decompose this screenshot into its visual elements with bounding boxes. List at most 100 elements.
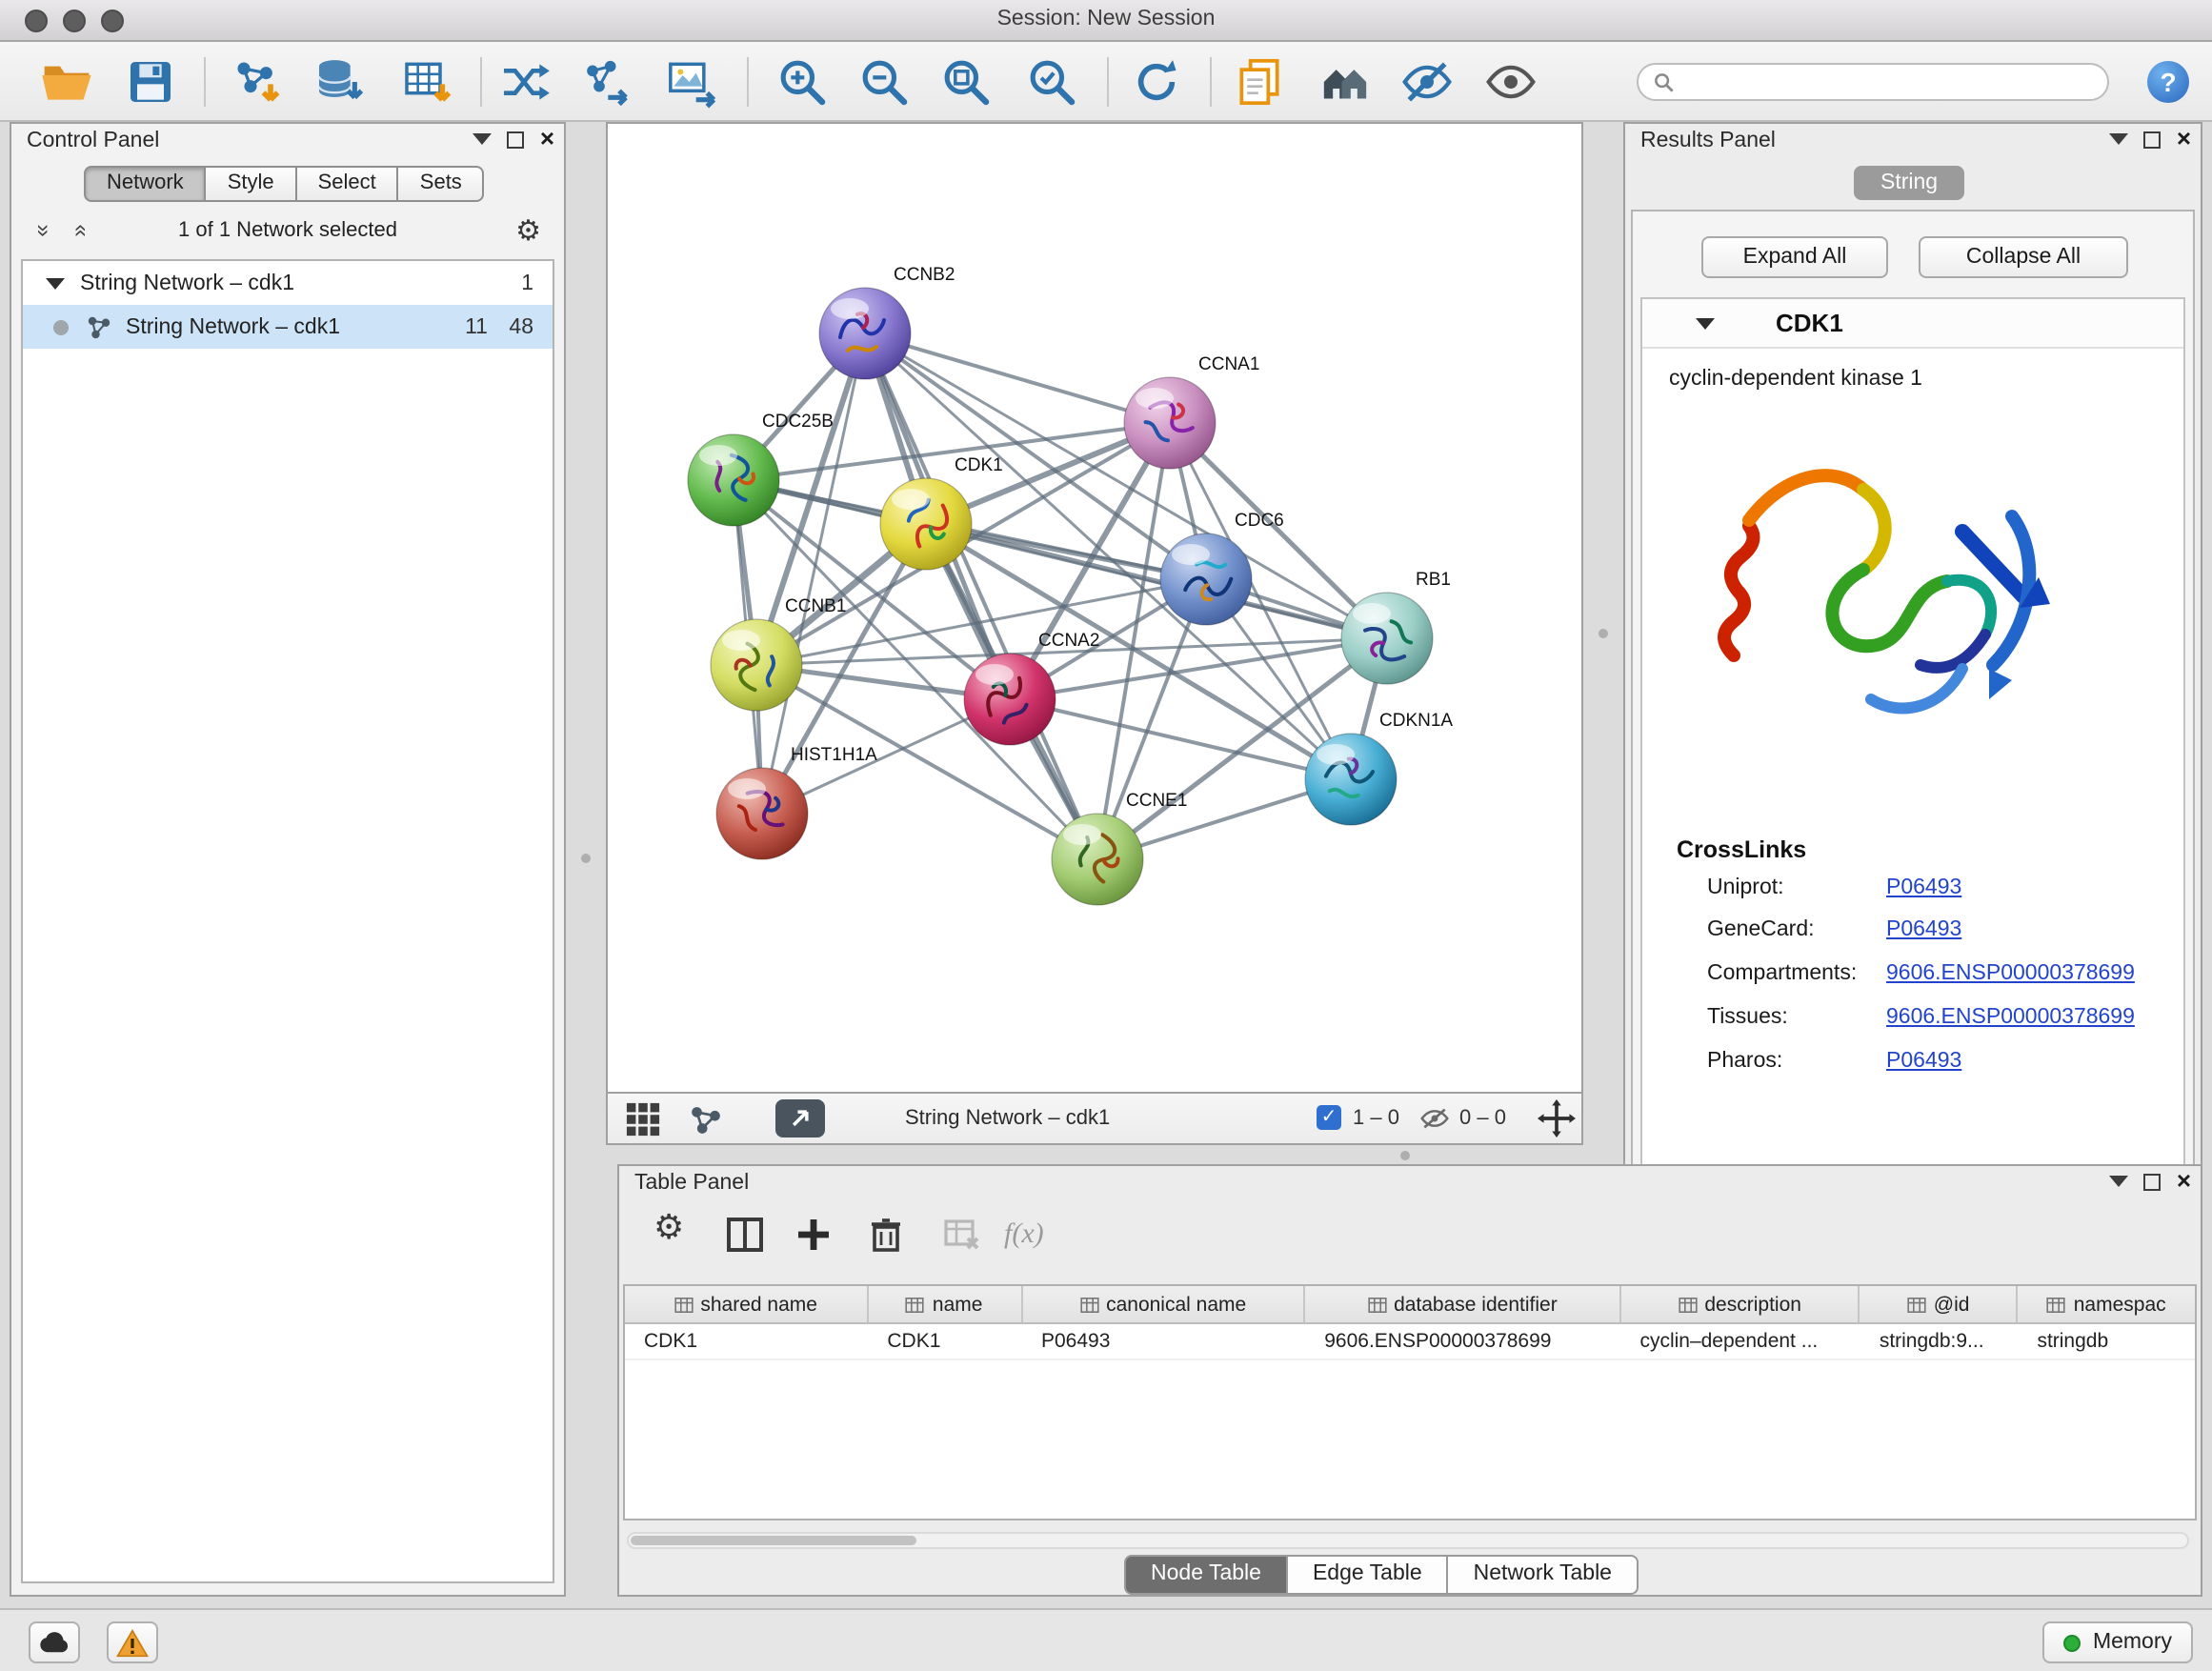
network-collection-row[interactable]: String Network – cdk1 1 xyxy=(23,261,553,305)
houses-icon[interactable] xyxy=(1318,55,1372,109)
column-header[interactable]: name xyxy=(868,1286,1022,1322)
network-node-CCNA1[interactable]: CCNA1 xyxy=(1124,354,1259,469)
crosslinks-heading: CrossLinks xyxy=(1677,836,1806,863)
table-row[interactable]: CDK1 CDK1 P06493 9606.ENSP00000378699 cy… xyxy=(625,1324,2195,1360)
tab-style[interactable]: Style xyxy=(207,166,297,202)
close-panel-icon[interactable]: × xyxy=(540,130,554,149)
network-node-CCNB2[interactable]: CCNB2 xyxy=(819,265,955,379)
network-row[interactable]: String Network – cdk1 11 48 xyxy=(23,305,553,349)
tab-string[interactable]: String xyxy=(1854,166,1964,200)
column-header[interactable]: shared name xyxy=(625,1286,868,1322)
import-network-file-icon[interactable] xyxy=(231,55,284,109)
close-panel-icon[interactable]: × xyxy=(2177,130,2191,149)
protein-structure-image xyxy=(1677,417,2077,779)
open-session-icon[interactable] xyxy=(40,55,93,109)
zoom-out-icon[interactable] xyxy=(857,55,911,109)
column-header[interactable]: database identifier xyxy=(1305,1286,1620,1322)
save-session-icon[interactable] xyxy=(124,55,177,109)
float-panel-icon[interactable] xyxy=(2144,1173,2162,1190)
table-panel: Table Panel × ⚙ f(x) shared name name ca… xyxy=(617,1164,2202,1597)
memory-button[interactable]: Memory xyxy=(2043,1621,2193,1663)
crosslink-label: GeneCard: xyxy=(1707,918,1815,941)
network-node-HIST1H1A[interactable]: HIST1H1A xyxy=(716,745,877,859)
float-panel-icon[interactable] xyxy=(508,131,525,148)
protein-section-header[interactable]: CDK1 xyxy=(1642,299,2183,349)
network-node-RB1[interactable]: RB1 xyxy=(1341,570,1451,684)
collection-label: String Network – cdk1 xyxy=(80,272,294,294)
panel-menu-caret-icon[interactable] xyxy=(2110,133,2129,145)
section-caret-icon[interactable] xyxy=(1696,318,1715,330)
tab-edge-table[interactable]: Edge Table xyxy=(1288,1555,1449,1595)
column-header[interactable]: canonical name xyxy=(1022,1286,1305,1322)
delete-column-icon[interactable] xyxy=(867,1216,905,1254)
hidden-eye-slash-icon[interactable] xyxy=(1419,1105,1450,1132)
table-options-gear-icon[interactable]: ⚙ xyxy=(654,1216,684,1242)
crosslink-uniprot-link[interactable]: P06493 xyxy=(1886,876,1961,899)
refresh-icon[interactable] xyxy=(1130,55,1183,109)
export-network-icon[interactable] xyxy=(579,55,633,109)
close-panel-icon[interactable]: × xyxy=(2177,1172,2191,1191)
warning-icon[interactable] xyxy=(107,1621,158,1663)
import-network-database-icon[interactable] xyxy=(312,55,366,109)
crosslink-genecard-link[interactable]: P06493 xyxy=(1886,918,1961,941)
tab-network[interactable]: Network xyxy=(84,166,207,202)
collection-count: 1 xyxy=(521,272,533,294)
network-graph[interactable]: CCNB2 CCNA1 CDC25B CDK1 CDC6 RB1 CCNB1 C… xyxy=(608,124,1583,1094)
birdseye-view-icon[interactable] xyxy=(625,1101,661,1137)
show-columns-icon[interactable] xyxy=(726,1216,764,1254)
window-title: Session: New Session xyxy=(0,8,2212,30)
help-icon[interactable]: ? xyxy=(2147,61,2189,103)
crosslink-tissues-link[interactable]: 9606.ENSP00000378699 xyxy=(1886,1006,2135,1029)
table-panel-title: Table Panel xyxy=(634,1172,749,1195)
new-network-icon[interactable] xyxy=(497,55,551,109)
node-label: CCNE1 xyxy=(1126,791,1187,811)
pan-crosshair-icon[interactable] xyxy=(1538,1099,1576,1137)
panel-menu-caret-icon[interactable] xyxy=(2110,1176,2129,1187)
expand-all-button[interactable]: Expand All xyxy=(1701,236,1888,278)
search-input[interactable] xyxy=(1675,70,2092,93)
tab-sets[interactable]: Sets xyxy=(399,166,485,202)
column-header[interactable]: namespac xyxy=(2018,1286,2195,1322)
collection-caret-icon[interactable] xyxy=(46,277,65,289)
crosslink-pharos-link[interactable]: P06493 xyxy=(1886,1050,1961,1073)
network-node-CCNB1[interactable]: CCNB1 xyxy=(711,596,846,711)
horizontal-scrollbar[interactable] xyxy=(627,1532,2189,1549)
tab-select[interactable]: Select xyxy=(297,166,399,202)
results-panel-title: Results Panel xyxy=(1640,130,1776,152)
network-options-gear-icon[interactable]: ⚙ xyxy=(515,217,541,244)
float-panel-icon[interactable] xyxy=(2144,131,2162,148)
collapse-all-button[interactable]: Collapse All xyxy=(1919,236,2128,278)
network-node-CDK1[interactable]: CDK1 xyxy=(880,455,1003,570)
left-splitter-handle[interactable] xyxy=(581,854,591,863)
add-column-icon[interactable] xyxy=(794,1216,833,1254)
show-all-eye-icon[interactable] xyxy=(1484,55,1538,109)
network-node-CDKN1A[interactable]: CDKN1A xyxy=(1305,711,1453,825)
right-splitter-handle[interactable] xyxy=(1599,629,1608,638)
control-panel: Control Panel × Network Style Select Set… xyxy=(10,122,566,1597)
zoom-selected-icon[interactable] xyxy=(1025,55,1078,109)
scrollbar-thumb[interactable] xyxy=(631,1536,916,1545)
search-icon xyxy=(1654,71,1675,92)
import-table-icon[interactable] xyxy=(400,55,453,109)
column-header[interactable]: description xyxy=(1620,1286,1860,1322)
edge-count: 48 xyxy=(509,315,533,338)
share-network-icon[interactable] xyxy=(688,1101,724,1137)
copy-document-icon[interactable] xyxy=(1233,55,1286,109)
memory-label: Memory xyxy=(2093,1631,2172,1654)
zoom-fit-icon[interactable] xyxy=(939,55,993,109)
tab-node-table[interactable]: Node Table xyxy=(1124,1555,1288,1595)
network-canvas[interactable]: CCNB2 CCNA1 CDC25B CDK1 CDC6 RB1 CCNB1 C… xyxy=(606,122,1583,1094)
zoom-in-icon[interactable] xyxy=(775,55,829,109)
column-header[interactable]: @id xyxy=(1860,1286,2019,1322)
panel-menu-caret-icon[interactable] xyxy=(473,133,493,145)
open-in-external-icon[interactable] xyxy=(775,1099,825,1137)
tab-network-table[interactable]: Network Table xyxy=(1449,1555,1639,1595)
toolbar-separator xyxy=(480,57,482,107)
crosslink-compartments-link[interactable]: 9606.ENSP00000378699 xyxy=(1886,962,2135,985)
bottom-splitter-handle[interactable] xyxy=(1400,1151,1410,1160)
export-image-icon[interactable] xyxy=(665,55,718,109)
selection-counter: 1 – 0 xyxy=(1353,1107,1399,1130)
cloud-icon[interactable] xyxy=(29,1621,80,1663)
hide-selected-eye-slash-icon[interactable] xyxy=(1400,55,1454,109)
selection-checkbox-icon[interactable]: ✓ xyxy=(1317,1105,1341,1130)
